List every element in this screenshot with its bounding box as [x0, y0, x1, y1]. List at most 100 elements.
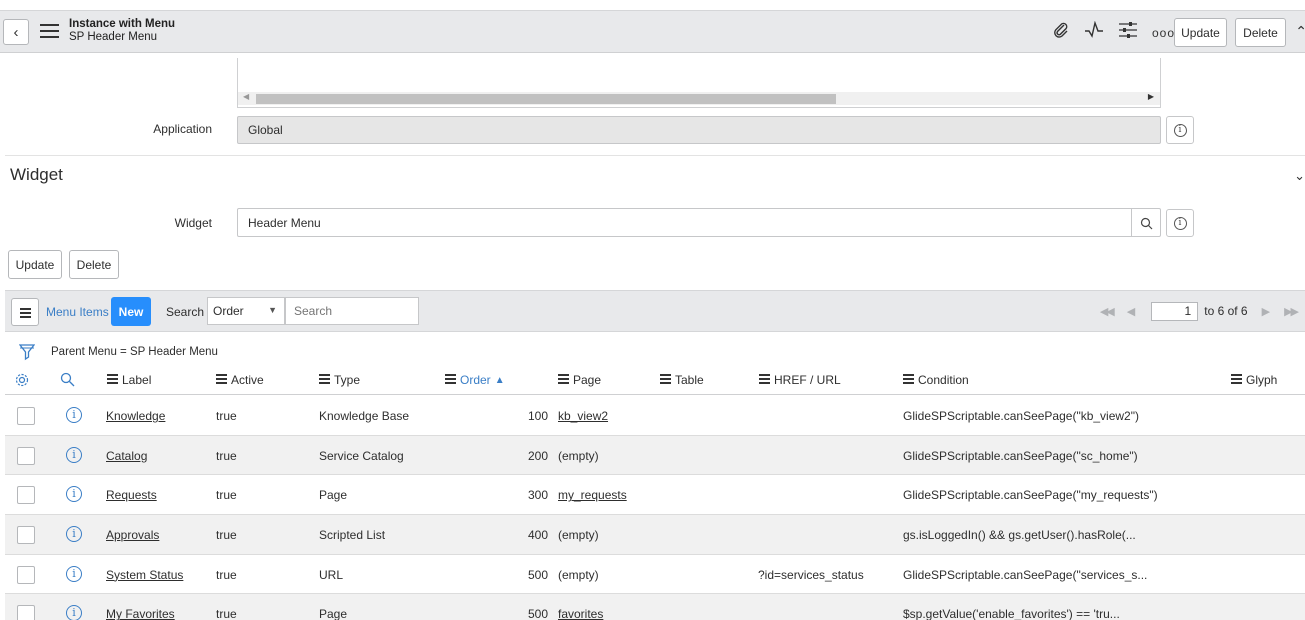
table-row: i My Favorites true Page 500 favorites $sp.get… [5, 594, 1305, 620]
widget-lookup-button[interactable] [1131, 209, 1161, 237]
column-header-glyph[interactable]: Glyph [1231, 373, 1277, 387]
scroll-thumb[interactable] [256, 94, 836, 104]
row-info-icon[interactable]: i [66, 565, 82, 582]
column-menu-icon[interactable] [445, 374, 456, 386]
widget-label: Widget [174, 216, 212, 230]
row-info-icon[interactable]: i [66, 486, 82, 503]
column-menu-icon[interactable] [660, 374, 671, 386]
cell-condition: GlideSPScriptable.canSeePage("kb_view2") [903, 409, 1139, 423]
filter-icon[interactable] [19, 343, 35, 361]
row-info-icon[interactable]: i [66, 446, 82, 463]
list-menu-button[interactable] [11, 298, 39, 326]
cell-type: Service Catalog [319, 448, 404, 463]
cell-condition: $sp.getValue('enable_favorites') == 'tru… [903, 607, 1120, 620]
last-page-icon[interactable]: ▶▶ [1284, 305, 1299, 318]
header-delete-button[interactable]: Delete [1235, 18, 1286, 47]
column-header-label[interactable]: Label [107, 373, 151, 387]
paperclip-icon[interactable] [1052, 21, 1070, 44]
cell-page[interactable]: my_requests [558, 488, 627, 502]
sort-ascending-icon: ▲ [494, 374, 505, 386]
horizontal-scrollbar[interactable]: ◀ ▶ [238, 92, 1160, 105]
chevron-up-icon[interactable]: ⌃ [1295, 23, 1305, 40]
cell-type: URL [319, 567, 344, 582]
cell-order: 300 [528, 488, 549, 503]
column-menu-icon[interactable] [558, 374, 569, 386]
next-page-icon[interactable]: ▶ [1262, 305, 1270, 318]
chevron-left-icon: ‹ [13, 23, 19, 41]
dropdown-arrow-icon: ▼ [268, 305, 277, 315]
column-header-order[interactable]: Order ▲ [445, 373, 505, 387]
cell-label[interactable]: Catalog [106, 449, 147, 463]
application-label: Application [153, 122, 212, 136]
chevron-down-icon[interactable]: ⌄ [1294, 168, 1305, 184]
cell-label[interactable]: My Favorites [106, 607, 175, 620]
widget-info-button[interactable]: i [1166, 209, 1194, 237]
cell-label[interactable]: System Status [106, 568, 183, 582]
cell-page: (empty) [558, 567, 599, 582]
pagination: ◀◀ ◀ 1 to 6 of 6 ▶ ▶▶ [1100, 291, 1305, 331]
row-checkbox[interactable] [17, 407, 35, 425]
scroll-left-icon[interactable]: ◀ [243, 92, 249, 101]
row-info-icon[interactable]: i [66, 605, 82, 620]
scroll-right-icon[interactable]: ▶ [1148, 92, 1154, 101]
cell-condition: GlideSPScriptable.canSeePage("services_s… [903, 567, 1148, 582]
cell-order: 200 [528, 448, 549, 463]
column-header-page[interactable]: Page [558, 373, 601, 387]
cell-page[interactable]: kb_view2 [558, 409, 608, 423]
script-text-area[interactable]: ◀ ▶ [237, 58, 1161, 108]
record-type: Instance with Menu [69, 18, 176, 30]
column-header-condition[interactable]: Condition [903, 373, 969, 387]
context-menu-icon[interactable] [40, 24, 59, 39]
column-menu-icon[interactable] [319, 374, 330, 386]
form-update-button[interactable]: Update [8, 250, 62, 279]
column-header-href[interactable]: HREF / URL [759, 373, 841, 387]
search-icon[interactable] [60, 372, 75, 387]
column-header-table[interactable]: Table [660, 373, 704, 387]
first-page-icon[interactable]: ◀◀ [1100, 305, 1115, 318]
page-number-input[interactable]: 1 [1151, 301, 1199, 321]
row-info-icon[interactable]: i [66, 526, 82, 543]
cell-label[interactable]: Requests [106, 488, 157, 502]
cell-href: ?id=services_status [758, 567, 864, 582]
column-menu-icon[interactable] [1231, 374, 1242, 386]
back-button[interactable]: ‹ [3, 19, 29, 45]
row-checkbox[interactable] [17, 486, 35, 505]
table-row: i Approvals true Scripted List 400 (empty) gs.… [5, 515, 1305, 555]
search-input[interactable] [285, 297, 419, 325]
column-menu-icon[interactable] [216, 374, 227, 386]
application-info-button[interactable]: i [1166, 116, 1194, 144]
header-update-button[interactable]: Update [1174, 18, 1227, 47]
search-field-select[interactable]: Order ▼ [207, 297, 285, 325]
row-checkbox[interactable] [17, 526, 35, 545]
row-checkbox[interactable] [17, 446, 35, 465]
hamburger-icon [20, 308, 31, 320]
more-icon[interactable]: ooo [1152, 26, 1175, 40]
column-menu-icon[interactable] [903, 374, 914, 386]
row-checkbox[interactable] [17, 605, 35, 620]
cell-order: 500 [528, 607, 549, 620]
widget-field[interactable]: Header Menu [237, 208, 1161, 237]
sliders-icon[interactable] [1118, 21, 1138, 44]
filter-condition[interactable]: Parent Menu = SP Header Menu [51, 346, 218, 358]
table-row: i System Status true URL 500 (empty) ?id=servi… [5, 555, 1305, 595]
cell-label[interactable]: Knowledge [106, 409, 165, 423]
column-header-type[interactable]: Type [319, 373, 360, 387]
cell-type: Page [319, 488, 348, 503]
cell-page[interactable]: favorites [558, 607, 603, 620]
column-menu-icon[interactable] [759, 374, 770, 386]
new-button[interactable]: New [111, 297, 151, 326]
cell-label[interactable]: Approvals [106, 528, 159, 542]
form-title: Instance with Menu SP Header Menu [69, 18, 175, 44]
activity-icon[interactable] [1084, 20, 1104, 44]
column-menu-icon[interactable] [107, 374, 118, 386]
gear-icon[interactable] [14, 372, 30, 388]
row-info-icon[interactable]: i [66, 407, 82, 423]
form-delete-button[interactable]: Delete [69, 250, 119, 279]
record-name: SP Header Menu [69, 31, 158, 43]
info-icon: i [1173, 123, 1187, 137]
filter-breadcrumb: Parent Menu = SP Header Menu [19, 342, 218, 362]
list-title[interactable]: Menu Items [46, 305, 109, 319]
previous-page-icon[interactable]: ◀ [1127, 305, 1135, 318]
column-header-active[interactable]: Active [216, 373, 264, 387]
row-checkbox[interactable] [17, 565, 35, 584]
